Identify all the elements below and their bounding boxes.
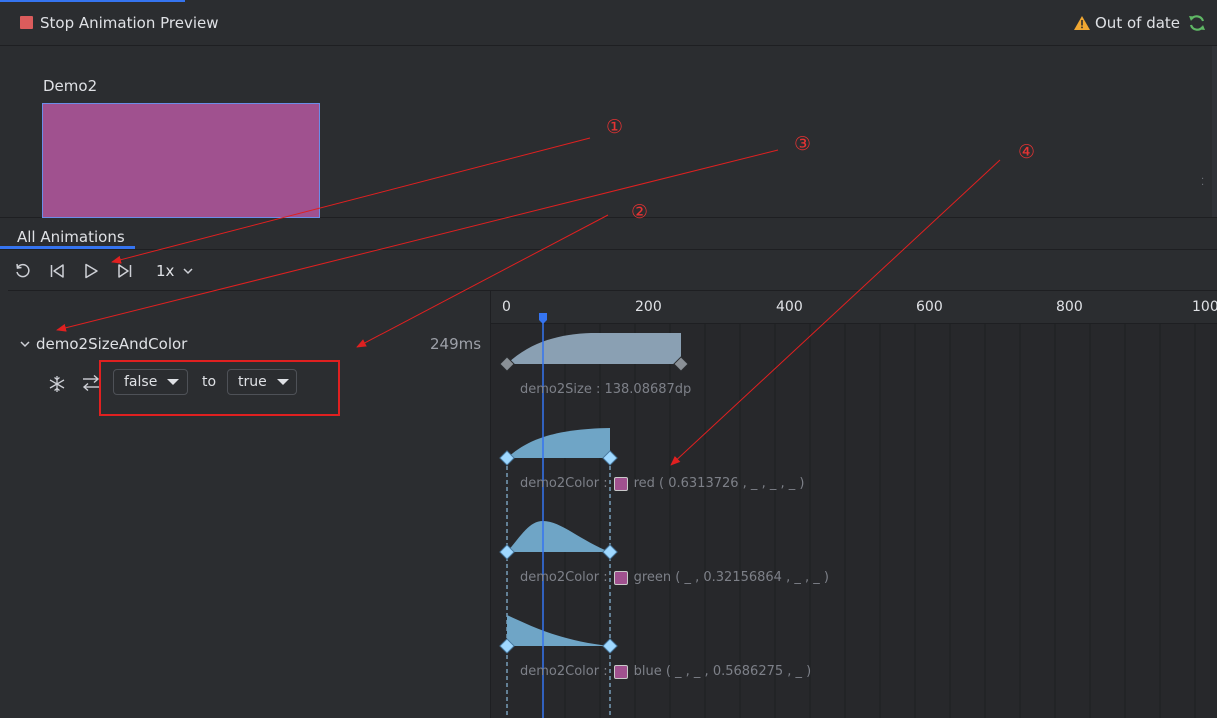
property-value: blue ( _ , _ , 0.5686275 , _ )	[633, 664, 812, 679]
refresh-icon[interactable]	[1187, 13, 1207, 33]
preview-demo-box	[42, 103, 320, 218]
annotation-marker-1: ①	[606, 116, 624, 138]
warning-triangle-icon	[1074, 16, 1090, 30]
stop-square-icon[interactable]	[20, 16, 33, 29]
property-name: demo2Color :	[520, 664, 608, 679]
annotation-highlight-box	[99, 360, 340, 416]
animation-name[interactable]: demo2SizeAndColor	[36, 335, 187, 353]
animation-duration: 249ms	[430, 335, 482, 353]
speed-value: 1x	[156, 262, 175, 280]
preview-title: Demo2	[43, 77, 98, 95]
color-swatch[interactable]	[613, 570, 628, 585]
property-name: demo2Size :	[520, 382, 601, 397]
color-swatch[interactable]	[613, 664, 628, 679]
property-row: demo2Size : 138.08687dp	[520, 382, 691, 397]
swap-icon[interactable]	[81, 373, 101, 393]
property-value: 138.08687dp	[604, 382, 692, 397]
preview-scrollbar[interactable]	[1212, 46, 1217, 217]
animation-list-panel	[0, 291, 490, 718]
property-name: demo2Color :	[520, 570, 608, 585]
play-button[interactable]	[80, 260, 102, 282]
property-value: red ( 0.6313726 , _ , _ , _ )	[633, 476, 805, 491]
size-curve	[507, 333, 681, 364]
skip-to-start-icon	[50, 264, 64, 278]
top-accent-line	[0, 0, 185, 2]
skip-to-start-button[interactable]	[46, 260, 68, 282]
play-icon	[85, 263, 98, 279]
out-of-date-status: Out of date	[1095, 14, 1181, 32]
size-keyframe-start	[499, 356, 515, 372]
property-value: green ( _ , 0.32156864 , _ , _ )	[633, 570, 829, 585]
freeze-icon[interactable]	[47, 374, 67, 394]
color-swatch[interactable]	[613, 476, 628, 491]
reset-icon	[16, 263, 30, 278]
resize-handle-icon[interactable]: · ·	[1201, 175, 1204, 191]
tab-divider	[0, 249, 1217, 250]
red-curve	[507, 428, 610, 458]
chevron-down-icon	[183, 268, 193, 275]
blue-keyframe-end	[602, 638, 618, 654]
green-curve	[507, 521, 610, 552]
tab-all-animations[interactable]: All Animations	[17, 228, 125, 246]
collapse-chevron-icon[interactable]	[19, 338, 31, 350]
green-keyframe-end	[602, 544, 618, 560]
red-keyframe-start	[499, 450, 515, 466]
skip-to-end-icon	[118, 264, 132, 278]
timeline-tracks[interactable]	[491, 291, 1217, 718]
annotation-marker-4: ④	[1018, 141, 1036, 163]
annotation-marker-2: ②	[631, 201, 649, 223]
property-row: demo2Color : red ( 0.6313726 , _ , _ , _…	[520, 476, 804, 491]
speed-dropdown[interactable]: 1x	[156, 262, 194, 280]
stop-animation-preview-button[interactable]: Stop Animation Preview	[40, 14, 219, 32]
property-row: demo2Color : green ( _ , 0.32156864 , _ …	[520, 570, 829, 585]
skip-to-end-button[interactable]	[114, 260, 136, 282]
property-name: demo2Color :	[520, 476, 608, 491]
reset-button[interactable]	[12, 260, 34, 282]
property-row: demo2Color : blue ( _ , _ , 0.5686275 , …	[520, 664, 811, 679]
playhead-handle	[539, 313, 547, 324]
annotation-marker-3: ③	[794, 133, 812, 155]
blue-curve	[507, 615, 610, 646]
